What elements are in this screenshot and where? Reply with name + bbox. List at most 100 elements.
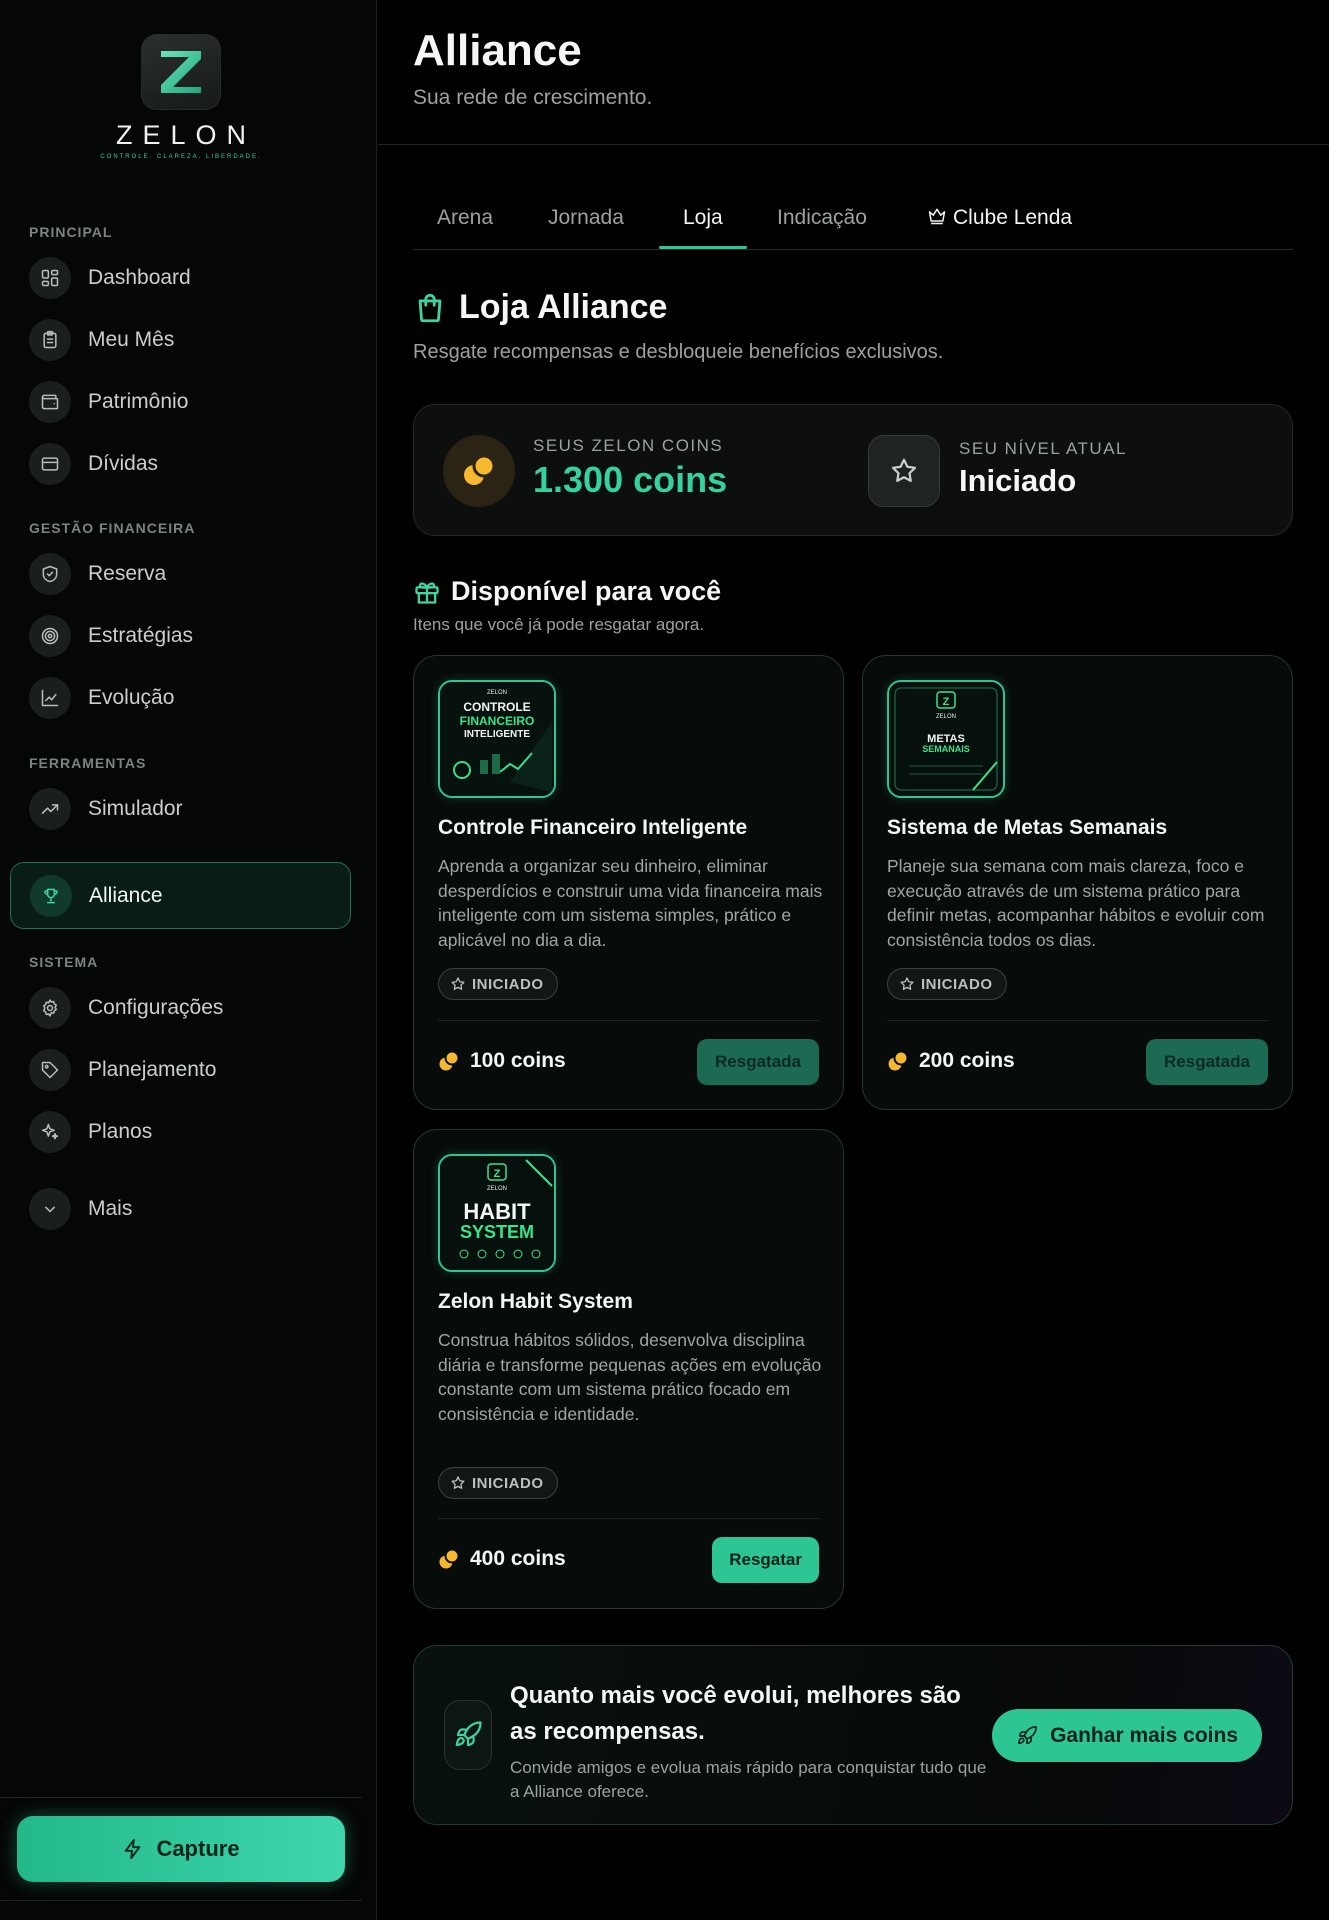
star-icon: [451, 977, 465, 990]
card-divider: [438, 1518, 820, 1519]
sidebar-item-label: Mais: [88, 1197, 133, 1220]
thumb-text: Z: [943, 696, 950, 708]
product-title: Sistema de Metas Semanais: [887, 816, 1168, 839]
gift-icon: [415, 581, 439, 604]
thumb-text: HABIT: [463, 1199, 531, 1224]
sidebar-item-planos[interactable]: Planos: [29, 1108, 349, 1156]
sidebar-item-label: Patrimônio: [88, 390, 189, 413]
nav-section-ferramentas: FERRAMENTAS: [29, 755, 147, 771]
sparkles-icon: [29, 1111, 71, 1153]
sidebar-item-simulador[interactable]: Simulador: [29, 785, 349, 833]
dashboard-icon: [29, 257, 71, 299]
shield-icon: [29, 553, 71, 595]
earn-more-coins-button[interactable]: Ganhar mais coins: [992, 1709, 1262, 1762]
store-title: Loja Alliance: [413, 288, 667, 327]
logo-mark: [141, 34, 221, 110]
earn-coins-banner: Quanto mais você evolui, melhores são as…: [413, 1645, 1293, 1825]
product-description: Planeje sua semana com mais clareza, foc…: [887, 856, 1265, 950]
sidebar-item-label: Planejamento: [88, 1058, 217, 1081]
store-title-text: Loja Alliance: [459, 288, 668, 326]
nav-section-gestao: GESTÃO FINANCEIRA: [29, 520, 196, 536]
sidebar-item-label: Simulador: [88, 797, 183, 820]
sidebar-item-configuracoes[interactable]: Configurações: [29, 984, 349, 1032]
capture-label: Capture: [156, 1836, 240, 1861]
card-divider: [887, 1020, 1269, 1021]
available-subtitle: Itens que você já pode resgatar agora.: [413, 615, 705, 634]
trophy-icon: [30, 874, 72, 917]
lightning-icon: [125, 1838, 141, 1860]
product-price: 200 coins: [887, 1049, 1015, 1073]
thumb-text: CONTROLE: [463, 700, 530, 714]
page-title: Alliance: [413, 26, 582, 75]
redeemed-button[interactable]: Resgatada: [1146, 1039, 1268, 1085]
tab-arena[interactable]: Arena: [437, 206, 493, 250]
level-badge: INICIADO: [438, 1467, 558, 1499]
tab-bar: Arena Jornada Loja Indicação Clube Lenda: [413, 196, 1293, 250]
crown-icon: [927, 206, 947, 232]
sidebar-item-evolucao[interactable]: Evolução: [29, 674, 349, 722]
nav-section-principal: PRINCIPAL: [29, 224, 113, 240]
product-price: 400 coins: [438, 1547, 566, 1571]
credit-card-icon: [29, 443, 71, 485]
product-thumbnail: ZELON CONTROLE FINANCEIRO INTELIGENTE: [438, 680, 556, 798]
thumb-text: FINANCEIRO: [460, 714, 535, 728]
tab-clube-lenda[interactable]: Clube Lenda: [927, 206, 1072, 250]
thumb-text: ZELON: [936, 714, 956, 720]
tag-icon: [29, 1049, 71, 1091]
thumb-text: SYSTEM: [460, 1222, 534, 1242]
card-divider: [438, 1020, 820, 1021]
level-badge: INICIADO: [438, 968, 558, 1000]
sidebar-item-estrategias[interactable]: Estratégias: [29, 612, 349, 660]
tab-indicacao[interactable]: Indicação: [777, 206, 867, 250]
sidebar-item-meu-mes[interactable]: Meu Mês: [29, 316, 349, 364]
star-icon: [868, 435, 940, 507]
rocket-icon: [1018, 1725, 1038, 1744]
sidebar-item-planejamento[interactable]: Planejamento: [29, 1046, 349, 1094]
sidebar-item-mais[interactable]: Mais: [29, 1185, 349, 1233]
capture-button[interactable]: Capture: [17, 1816, 345, 1882]
chevron-down-icon: [29, 1188, 71, 1230]
sidebar-divider: [0, 1797, 362, 1798]
sidebar-item-reserva[interactable]: Reserva: [29, 550, 349, 598]
product-title: Controle Financeiro Inteligente: [438, 816, 748, 839]
shopping-bag-icon: [418, 293, 442, 322]
product-thumbnail: Z ZELON METAS SEMANAIS: [887, 680, 1005, 798]
product-cover-image: ZELON CONTROLE FINANCEIRO INTELIGENTE: [440, 682, 554, 796]
coins-label: SEUS ZELON COINS: [533, 436, 724, 455]
brand-tagline: CONTROLE. CLAREZA. LIBERDADE.: [100, 154, 262, 160]
chart-line-icon: [29, 677, 71, 719]
main-content: Alliance Sua rede de crescimento. Arena …: [378, 0, 1329, 1920]
sidebar-item-label: Reserva: [88, 562, 167, 585]
level-value: Iniciado: [959, 463, 1077, 498]
product-description: Aprenda a organizar seu dinheiro, elimin…: [438, 856, 823, 950]
sidebar-item-alliance[interactable]: Alliance: [10, 862, 351, 929]
available-title-text: Disponível para você: [451, 576, 722, 606]
sidebar-item-dashboard[interactable]: Dashboard: [29, 254, 349, 302]
brand-logo[interactable]: ZELON CONTROLE. CLAREZA. LIBERDADE.: [0, 34, 362, 160]
coins-value: 1.300 coins: [533, 459, 728, 500]
rocket-icon: [444, 1700, 492, 1770]
sidebar-item-label: Dashboard: [88, 266, 191, 289]
product-thumbnail: Z ZELON HABIT SYSTEM: [438, 1154, 556, 1272]
store-subtitle: Resgate recompensas e desbloqueie benefí…: [413, 341, 944, 363]
sidebar-item-dividas[interactable]: Dívidas: [29, 440, 349, 488]
banner-subtitle: Convide amigos e evolua mais rápido para…: [510, 1758, 987, 1801]
product-title: Zelon Habit System: [438, 1290, 633, 1313]
tab-loja[interactable]: Loja: [683, 206, 723, 250]
badge-text: INICIADO: [921, 975, 993, 993]
price-text: 100 coins: [470, 1049, 566, 1072]
redeemed-button[interactable]: Resgatada: [697, 1039, 819, 1085]
product-card: Z ZELON METAS SEMANAIS Sistema de Metas …: [862, 655, 1293, 1110]
coins-icon: [439, 1050, 460, 1071]
earn-more-label: Ganhar mais coins: [1050, 1723, 1238, 1747]
product-description: Construa hábitos sólidos, desenvolva dis…: [438, 1330, 822, 1424]
sidebar-item-label: Planos: [88, 1120, 153, 1143]
sidebar-item-patrimonio[interactable]: Patrimônio: [29, 378, 349, 426]
gear-icon: [29, 987, 71, 1029]
sidebar-item-label: Dívidas: [88, 452, 159, 475]
thumb-text: ZELON: [487, 690, 507, 696]
tab-jornada[interactable]: Jornada: [548, 206, 624, 250]
sidebar-item-label: Estratégias: [88, 624, 194, 647]
redeem-button[interactable]: Resgatar: [712, 1537, 819, 1583]
star-icon: [451, 1476, 465, 1489]
